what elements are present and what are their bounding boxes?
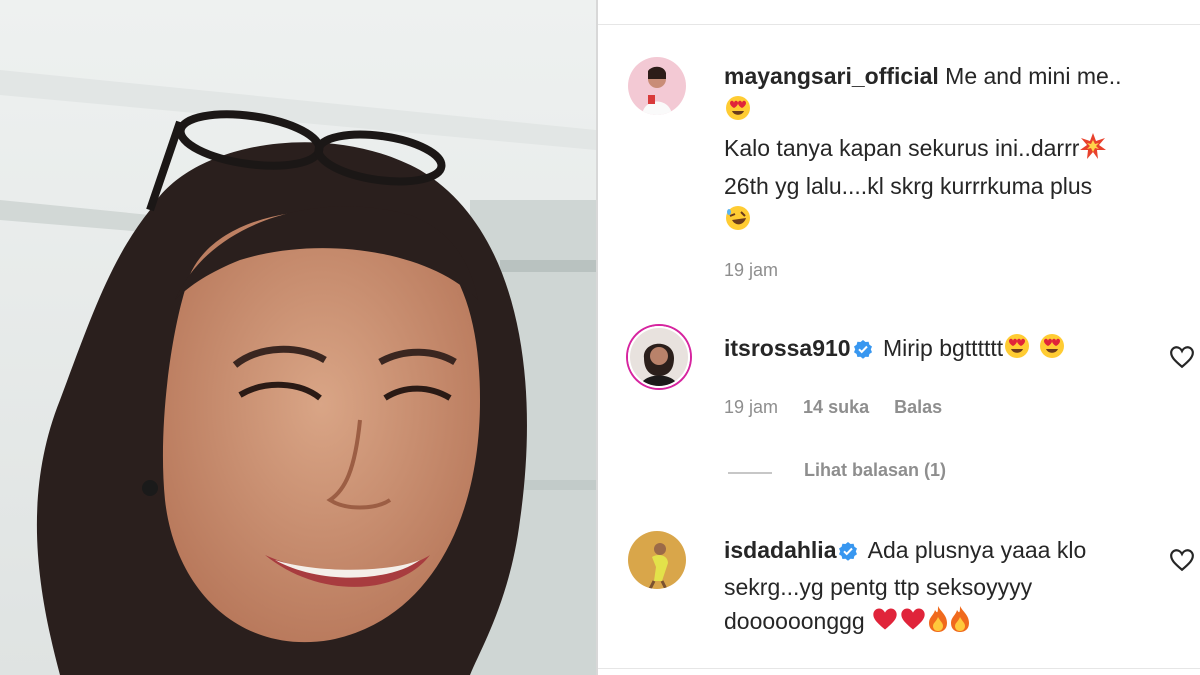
comment-1-username[interactable]: itsrossa910 (724, 335, 851, 361)
red-heart-emoji (899, 605, 927, 642)
avatar-mayangsari[interactable] (628, 57, 686, 115)
verified-badge-icon (853, 334, 873, 368)
like-comment-2-button[interactable] (1169, 547, 1195, 573)
avatar-image (628, 57, 686, 115)
comments-panel[interactable]: mayangsari_official Me and mini me.. Kal… (598, 0, 1200, 675)
comment-1-time: 19 jam (724, 397, 779, 417)
caption-line1: Me and mini me.. (945, 63, 1122, 89)
avatar-isdadahlia[interactable] (628, 531, 686, 589)
footer-divider (598, 668, 1200, 669)
comment-1-reply-button[interactable]: Balas (894, 397, 942, 417)
comment-1-likes[interactable]: 14 suka (803, 397, 869, 417)
avatar-image (630, 328, 688, 386)
comment-2-username[interactable]: isdadahlia (724, 537, 836, 563)
heart-eyes-emoji (1003, 332, 1031, 369)
caption-line2: Kalo tanya kapan sekurus ini..darrr (724, 135, 1080, 161)
caption-time: 19 jam (724, 260, 779, 280)
avatar-itsrossa910[interactable] (628, 326, 690, 388)
caption-line3: 26th yg lalu....kl skrg kurrrkuma plus (724, 173, 1093, 199)
red-heart-emoji (871, 605, 899, 642)
heart-outline-icon (1170, 346, 1194, 369)
fire-emoji (949, 605, 971, 642)
collision-emoji (1079, 132, 1107, 169)
comment-1-body: Mirip bgtttttt (882, 335, 1004, 361)
heart-eyes-emoji (724, 94, 752, 131)
post-photo[interactable] (0, 0, 596, 675)
comment-1-text: itsrossa910 Mirip bgtttttt (724, 331, 1144, 369)
selfie-image (0, 0, 596, 675)
header-divider (598, 24, 1200, 25)
comment-2-text: isdadahlia Ada plusnya yaaa klo sekrg...… (724, 533, 1164, 642)
comment-1-meta: 19 jam 14 suka Balas (724, 397, 942, 418)
comment-2-line3: doooooonggg (724, 608, 865, 634)
caption-text: mayangsari_official Me and mini me.. Kal… (724, 59, 1164, 241)
caption-username[interactable]: mayangsari_official (724, 63, 939, 89)
comment-2-line1: Ada plusnya yaaa klo (867, 537, 1087, 563)
replies-line (728, 472, 772, 474)
like-comment-1-button[interactable] (1169, 344, 1195, 370)
view-replies-button[interactable]: Lihat balasan (1) (804, 460, 946, 481)
fire-emoji (927, 605, 949, 642)
heart-outline-icon (1170, 549, 1194, 572)
comment-2-line2: sekrg...yg pentg ttp seksoyyyy (724, 574, 1033, 600)
avatar-image (628, 531, 686, 589)
heart-eyes-emoji (1038, 332, 1066, 369)
verified-badge-icon (838, 536, 858, 570)
rofl-emoji (724, 204, 752, 241)
